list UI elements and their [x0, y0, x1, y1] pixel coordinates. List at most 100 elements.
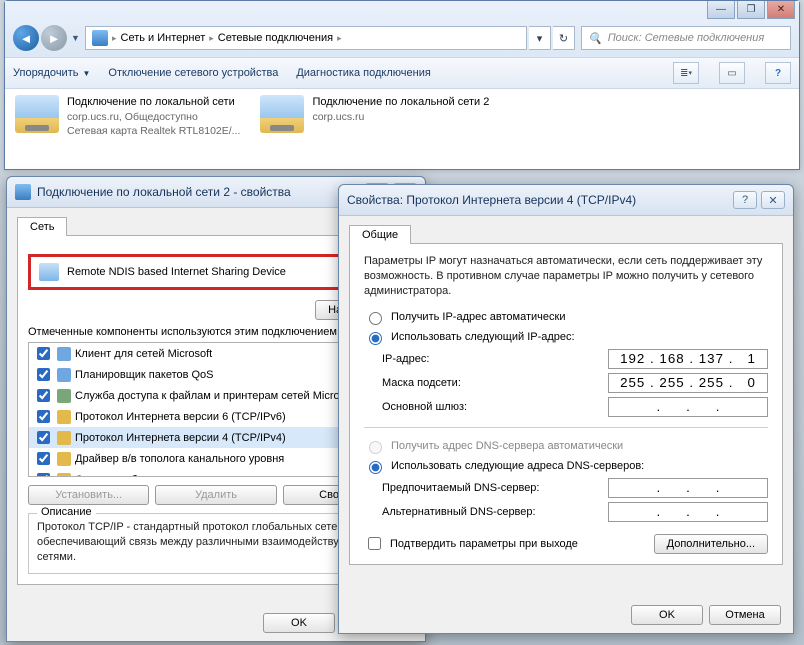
component-checkbox[interactable] — [37, 431, 50, 444]
refresh-button[interactable]: ↻ — [553, 26, 575, 50]
dns-auto-radio — [369, 441, 382, 454]
search-input[interactable]: 🔍 Поиск: Сетевые подключения — [581, 26, 791, 50]
connections-list: Подключение по локальной сети corp.ucs.r… — [5, 89, 799, 144]
component-icon — [57, 473, 71, 478]
subnet-mask-input[interactable] — [608, 373, 768, 393]
close-button[interactable]: ✕ — [761, 191, 785, 209]
adapter-icon — [39, 263, 59, 281]
window-controls: — ❐ ✕ — [707, 1, 795, 19]
connection-name: Подключение по локальной сети 2 — [312, 95, 489, 110]
preferred-dns-input[interactable] — [608, 478, 768, 498]
chevron-right-icon: ▸ — [112, 33, 117, 44]
dns-manual-label: Использовать следующие адреса DNS-сервер… — [391, 460, 644, 472]
dialog-title: Свойства: Протокол Интернета версии 4 (T… — [347, 193, 729, 207]
forward-button[interactable]: ► — [41, 25, 67, 51]
connection-status: corp.ucs.ru — [312, 110, 489, 124]
component-label: Планировщик пакетов QoS — [75, 369, 214, 381]
adapter-name: Remote NDIS based Internet Sharing Devic… — [67, 266, 286, 278]
connection-item[interactable]: Подключение по локальной сети 2 corp.ucs… — [260, 95, 489, 138]
help-button[interactable]: ? — [765, 62, 791, 84]
breadcrumb[interactable]: ▸ Сеть и Интернет ▸ Сетевые подключения … — [85, 26, 527, 50]
component-label: Служба доступа к файлам и принтерам сете… — [75, 390, 349, 402]
component-icon — [57, 410, 71, 424]
dns-manual-radio[interactable] — [369, 461, 382, 474]
install-button[interactable]: Установить... — [28, 485, 149, 505]
search-placeholder: Поиск: Сетевые подключения — [608, 32, 765, 44]
address-bar: ◄ ► ▼ ▸ Сеть и Интернет ▸ Сетевые подклю… — [5, 1, 799, 58]
ip-address-input[interactable] — [608, 349, 768, 369]
chevron-right-icon: ▸ — [209, 33, 214, 44]
tabs: Общие — [349, 224, 783, 244]
component-checkbox[interactable] — [37, 473, 50, 477]
connection-device: Сетевая карта Realtek RTL8102E/... — [67, 124, 240, 138]
connection-item[interactable]: Подключение по локальной сети corp.ucs.r… — [15, 95, 240, 138]
component-checkbox[interactable] — [37, 452, 50, 465]
info-text: Параметры IP могут назначаться автоматич… — [364, 254, 768, 299]
component-checkbox[interactable] — [37, 368, 50, 381]
tab-general[interactable]: Общие — [349, 225, 411, 244]
ip-auto-label: Получить IP-адрес автоматически — [391, 311, 565, 323]
diagnose-button[interactable]: Диагностика подключения — [296, 67, 430, 79]
ip-auto-radio[interactable] — [369, 312, 382, 325]
dialog-titlebar[interactable]: Свойства: Протокол Интернета версии 4 (T… — [339, 185, 793, 216]
validate-settings-label: Подтвердить параметры при выходе — [390, 538, 578, 550]
component-icon — [57, 347, 71, 361]
ok-button[interactable]: OK — [263, 613, 335, 633]
validate-settings-checkbox[interactable] — [368, 537, 381, 550]
network-adapter-icon — [260, 95, 304, 133]
component-label: Клиент для сетей Microsoft — [75, 348, 212, 360]
component-label: Ответчик обнаружения топологии канальног… — [75, 474, 341, 478]
uninstall-button[interactable]: Удалить — [155, 485, 276, 505]
cancel-button[interactable]: Отмена — [709, 605, 781, 625]
gateway-label: Основной шлюз: — [382, 401, 608, 413]
address-dropdown[interactable]: ▾ — [529, 26, 551, 50]
ip-address-label: IP-адрес: — [382, 353, 608, 365]
connection-name: Подключение по локальной сети — [67, 95, 240, 110]
component-label: Драйвер в/в тополога канального уровня — [75, 453, 284, 465]
ip-manual-radio[interactable] — [369, 332, 382, 345]
dialog-title: Подключение по локальной сети 2 - свойст… — [37, 185, 361, 199]
preferred-dns-label: Предпочитаемый DNS-сервер: — [382, 482, 608, 494]
network-adapter-icon — [15, 95, 59, 133]
organize-label: Упорядочить — [13, 67, 78, 79]
component-checkbox[interactable] — [37, 410, 50, 423]
chevron-down-icon: ▼ — [82, 69, 90, 78]
alternate-dns-label: Альтернативный DNS-сервер: — [382, 506, 608, 518]
minimize-button[interactable]: — — [707, 1, 735, 19]
gateway-input[interactable] — [608, 397, 768, 417]
network-connections-window: — ❐ ✕ ◄ ► ▼ ▸ Сеть и Интернет ▸ Сетевые … — [4, 0, 800, 170]
component-checkbox[interactable] — [37, 347, 50, 360]
disable-device-button[interactable]: Отключение сетевого устройства — [108, 67, 278, 79]
nav-history-dropdown[interactable]: ▼ — [69, 33, 83, 43]
ipv4-properties-dialog: Свойства: Протокол Интернета версии 4 (T… — [338, 184, 794, 634]
search-icon: 🔍 — [588, 32, 602, 45]
subnet-mask-label: Маска подсети: — [382, 377, 608, 389]
organize-menu[interactable]: Упорядочить ▼ — [13, 67, 90, 79]
tab-network[interactable]: Сеть — [17, 217, 67, 236]
ok-button[interactable]: OK — [631, 605, 703, 625]
breadcrumb-item[interactable]: Сетевые подключения — [218, 32, 333, 44]
ip-manual-label: Использовать следующий IP-адрес: — [391, 331, 575, 343]
preview-pane-button[interactable]: ▭ — [719, 62, 745, 84]
back-button[interactable]: ◄ — [13, 25, 39, 51]
component-icon — [57, 368, 71, 382]
component-icon — [57, 431, 71, 445]
component-icon — [57, 452, 71, 466]
network-icon — [15, 184, 31, 200]
component-label: Протокол Интернета версии 4 (TCP/IPv4) — [75, 432, 286, 444]
component-icon — [57, 389, 71, 403]
toolbar: Упорядочить ▼ Отключение сетевого устрой… — [5, 58, 799, 89]
breadcrumb-item[interactable]: Сеть и Интернет — [121, 32, 206, 44]
close-button[interactable]: ✕ — [767, 1, 795, 19]
connection-status: corp.ucs.ru, Общедоступно — [67, 110, 240, 124]
dns-auto-label: Получить адрес DNS-сервера автоматически — [391, 440, 623, 452]
control-panel-icon — [92, 30, 108, 46]
description-label: Описание — [37, 506, 96, 518]
component-checkbox[interactable] — [37, 389, 50, 402]
view-options-button[interactable]: ≣▾ — [673, 62, 699, 84]
advanced-button[interactable]: Дополнительно... — [654, 534, 768, 554]
alternate-dns-input[interactable] — [608, 502, 768, 522]
component-label: Протокол Интернета версии 6 (TCP/IPv6) — [75, 411, 286, 423]
help-button[interactable]: ? — [733, 191, 757, 209]
maximize-button[interactable]: ❐ — [737, 1, 765, 19]
